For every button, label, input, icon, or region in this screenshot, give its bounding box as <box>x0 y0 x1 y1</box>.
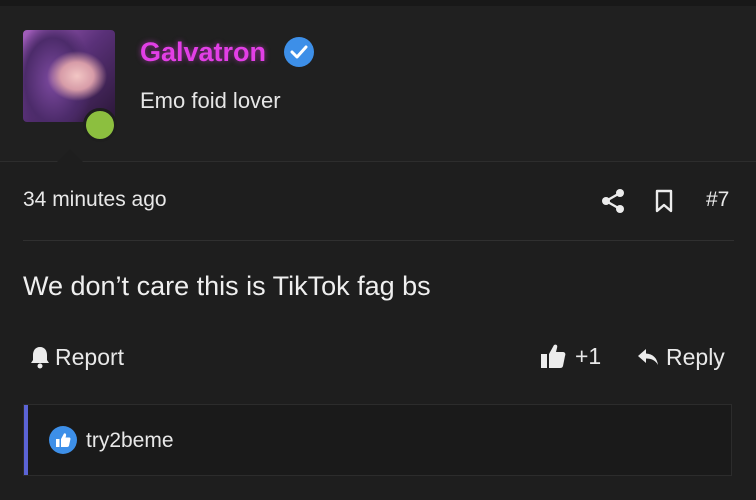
report-button[interactable]: Report <box>29 342 124 372</box>
bell-icon <box>31 347 49 369</box>
share-icon[interactable] <box>600 188 626 219</box>
post-number-link[interactable]: #7 <box>706 188 729 212</box>
like-reaction-icon <box>49 426 77 454</box>
thumbs-up-icon <box>541 344 566 368</box>
divider <box>23 240 734 241</box>
post-body: We don’t care this is TikTok fag bs <box>23 271 431 301</box>
like-button[interactable]: +1 <box>539 340 601 372</box>
author-subtitle: Emo foid lover <box>140 88 281 113</box>
reply-button[interactable]: Reply <box>636 342 725 372</box>
post-author-header: Galvatron Emo foid lover <box>0 6 756 163</box>
online-status-indicator <box>83 108 117 142</box>
like-count: +1 <box>575 342 602 369</box>
author-username[interactable]: Galvatron <box>140 37 266 68</box>
bookmark-icon[interactable] <box>654 189 674 218</box>
reactions-accent-bar <box>24 405 28 475</box>
report-label: Report <box>55 343 125 370</box>
avatar-container[interactable] <box>23 30 117 142</box>
reaction-users-link[interactable]: try2beme <box>86 429 174 453</box>
verified-check-icon <box>284 37 314 67</box>
reply-label: Reply <box>666 343 725 370</box>
header-pointer <box>56 149 84 163</box>
reply-icon <box>638 349 658 365</box>
post-timestamp[interactable]: 34 minutes ago <box>23 188 167 212</box>
reactions-bar[interactable]: try2beme <box>23 404 732 476</box>
